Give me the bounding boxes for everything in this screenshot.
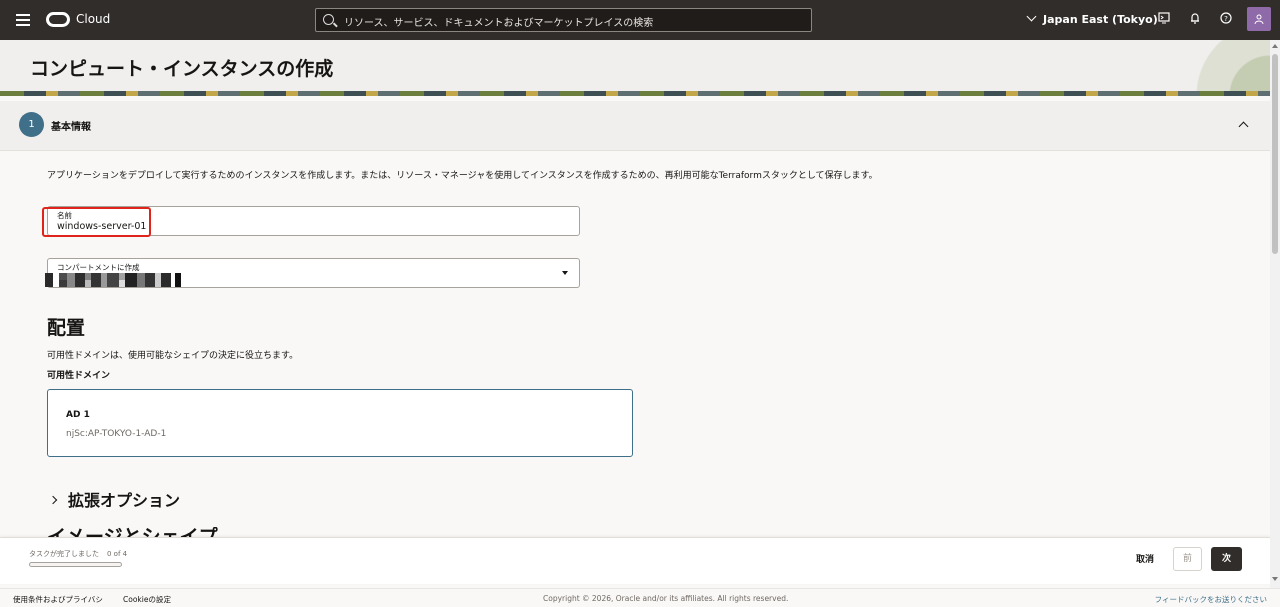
page-header: コンピュート・インスタンスの作成: [0, 40, 1270, 96]
highlight-annotation: [42, 207, 151, 237]
redacted-compartment-value: [45, 273, 185, 287]
advanced-options-label: 拡張オプション: [68, 491, 181, 510]
search-icon: [323, 14, 334, 25]
compartment-label: コンパートメントに作成: [57, 263, 140, 272]
placement-title: 配置: [47, 317, 86, 339]
ad-name: AD 1: [66, 410, 90, 420]
decorative-border: [0, 91, 1270, 96]
progress-bar: [29, 562, 122, 567]
cloud-shell-icon[interactable]: [1155, 11, 1173, 29]
scroll-up-arrow-icon[interactable]: [1272, 44, 1278, 48]
step-number-badge: 1: [19, 112, 44, 137]
region-label: Japan East (Tokyo): [1043, 13, 1158, 26]
wizard-action-bar: タスクが完了しました 0 of 4 取消 前 次: [0, 537, 1270, 584]
availability-domain-card[interactable]: AD 1 njSc:AP-TOKYO-1-AD-1: [47, 389, 633, 457]
chevron-right-icon: [48, 495, 58, 505]
notification-bell-icon[interactable]: [1186, 11, 1204, 29]
cancel-button[interactable]: 取消: [1127, 551, 1163, 569]
search-input[interactable]: リソース、サービス、ドキュメントおよびマーケットプレイスの検索: [315, 8, 812, 32]
compartment-select[interactable]: コンパートメントに作成: [45, 258, 580, 288]
brand-label[interactable]: Cloud: [76, 12, 110, 26]
step-label: 基本情報: [51, 122, 91, 133]
progress-count: 0 of 4: [107, 550, 128, 558]
placement-description: 可用性ドメインは、使用可能なシェイプの決定に役立ちます。: [47, 351, 299, 361]
chevron-down-icon: [1026, 11, 1037, 22]
profile-avatar-icon[interactable]: [1247, 7, 1271, 31]
search-placeholder: リソース、サービス、ドキュメントおよびマーケットプレイスの検索: [344, 18, 654, 29]
region-selector[interactable]: Japan East (Tokyo): [1026, 11, 1158, 26]
step-header[interactable]: 1 基本情報: [0, 101, 1270, 151]
help-icon[interactable]: ?: [1217, 11, 1235, 29]
caret-down-icon[interactable]: [562, 271, 568, 275]
oracle-logo-icon[interactable]: [46, 12, 70, 27]
page-title: コンピュート・インスタンスの作成: [30, 58, 334, 80]
terms-link[interactable]: 使用条件およびプライバシ: [13, 594, 103, 605]
decorative-pattern: [1150, 40, 1270, 96]
top-header: Cloud リソース、サービス、ドキュメントおよびマーケットプレイスの検索 Ja…: [0, 0, 1280, 40]
ad-id: njSc:AP-TOKYO-1-AD-1: [66, 429, 167, 439]
next-button[interactable]: 次: [1211, 547, 1242, 571]
previous-button[interactable]: 前: [1173, 547, 1202, 571]
svg-text:?: ?: [1224, 15, 1228, 23]
chevron-up-icon[interactable]: [1238, 121, 1249, 132]
feedback-link[interactable]: フィードバックをお送りください: [1155, 594, 1267, 605]
menu-icon[interactable]: [16, 14, 30, 26]
cookie-settings-link[interactable]: Cookieの設定: [123, 594, 171, 605]
page-footer: 使用条件およびプライバシ Cookieの設定 Copyright © 2026,…: [0, 588, 1280, 607]
scrollbar-thumb[interactable]: [1272, 54, 1278, 254]
advanced-options-toggle[interactable]: 拡張オプション: [48, 487, 181, 511]
progress-label: タスクが完了しました 0 of 4: [29, 550, 128, 558]
form-description: アプリケーションをデプロイして実行するためのインスタンスを作成します。または、リ…: [47, 171, 878, 181]
availability-domain-label: 可用性ドメイン: [47, 371, 111, 381]
scroll-down-arrow-icon[interactable]: [1272, 577, 1278, 581]
page-scrollbar[interactable]: [1270, 40, 1280, 588]
copyright-text: Copyright © 2026, Oracle and/or its affi…: [543, 594, 789, 603]
